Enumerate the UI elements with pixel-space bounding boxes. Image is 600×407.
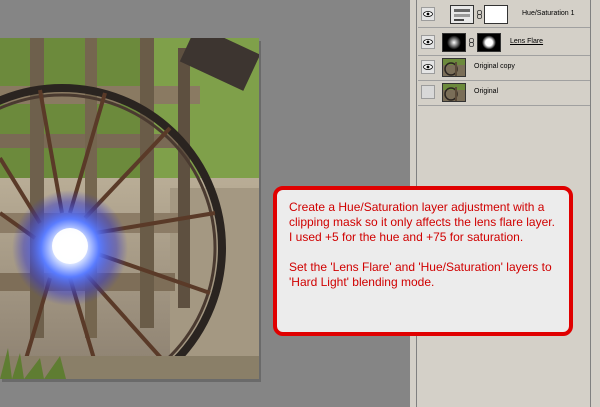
wheel-photo	[0, 38, 259, 379]
chain-link-icon[interactable]	[469, 38, 474, 47]
layer-row-hue-saturation[interactable]: Hue/Saturation 1	[418, 3, 590, 28]
callout-paragraph-2: Set the 'Lens Flare' and 'Hue/Saturation…	[289, 260, 552, 289]
eye-icon[interactable]	[421, 35, 435, 49]
tutorial-callout: Create a Hue/Saturation layer adjustment…	[273, 186, 573, 336]
image-layer-thumbnail[interactable]	[442, 83, 466, 102]
layer-name[interactable]: Original copy	[474, 63, 515, 70]
layer-row-original[interactable]: Original	[418, 81, 590, 106]
eye-icon[interactable]	[421, 60, 435, 74]
panel-divider	[590, 0, 591, 407]
eye-icon[interactable]	[421, 7, 435, 21]
chain-link-icon[interactable]	[477, 10, 482, 19]
layer-row-original-copy[interactable]: Original copy	[418, 56, 590, 81]
layer-mask-thumbnail[interactable]	[484, 5, 508, 24]
layer-name[interactable]: Hue/Saturation 1	[522, 10, 575, 17]
layer-mask-thumbnail[interactable]	[477, 33, 501, 52]
image-layer-thumbnail[interactable]	[442, 58, 466, 77]
callout-paragraph-1: Create a Hue/Saturation layer adjustment…	[289, 200, 555, 244]
eye-icon[interactable]	[421, 85, 435, 99]
lens-flare-thumbnail[interactable]	[442, 33, 466, 52]
layer-name[interactable]: Original	[474, 88, 498, 95]
adjustment-layer-thumbnail[interactable]	[450, 5, 474, 24]
layer-row-lens-flare[interactable]: Lens Flare	[418, 31, 590, 56]
layer-name[interactable]: Lens Flare	[510, 38, 543, 45]
